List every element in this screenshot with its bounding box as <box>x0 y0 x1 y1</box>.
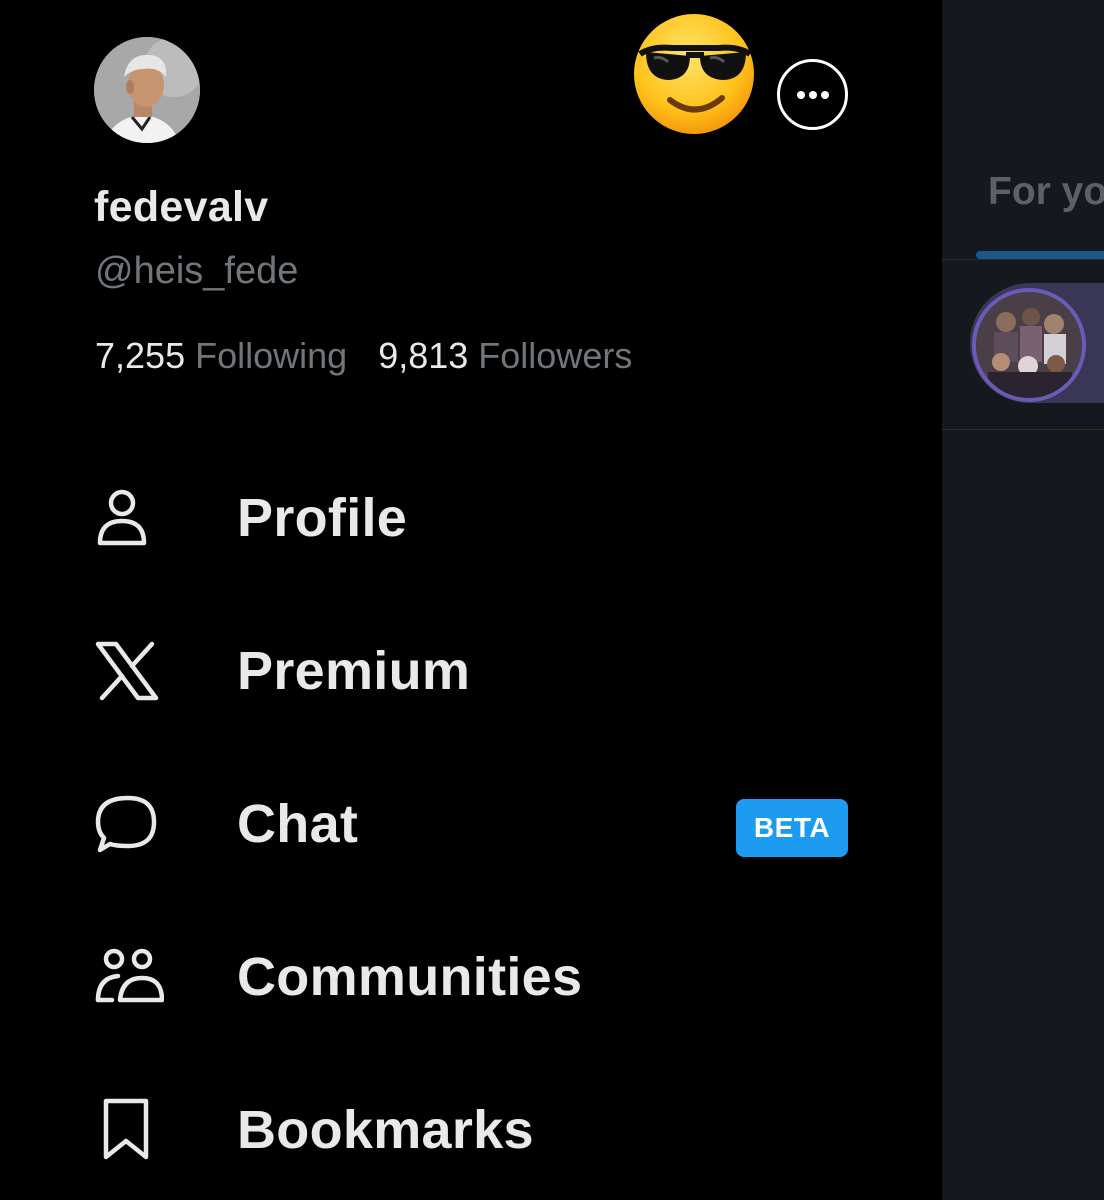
screen: For yo fedevalv @heis_fede 7,255 Followi… <box>0 0 1104 1200</box>
menu-item-label: Communities <box>237 947 583 1007</box>
chat-bubble-icon <box>94 788 166 860</box>
background-timeline: For yo <box>942 0 1104 1200</box>
tab-indicator <box>976 251 1104 259</box>
menu-item-profile[interactable]: Profile <box>94 458 848 578</box>
person-icon <box>94 482 166 554</box>
followers-label: Followers <box>478 335 633 376</box>
x-logo-icon <box>94 635 166 707</box>
following-link[interactable]: 7,255 Following <box>95 335 347 376</box>
more-horizontal-icon <box>796 90 829 99</box>
space-avatar[interactable] <box>972 288 1086 402</box>
navigation-drawer: fedevalv @heis_fede 7,255 Following 9,813… <box>0 0 942 1200</box>
divider <box>942 259 1104 260</box>
sunglasses-emoji-icon[interactable] <box>632 12 758 136</box>
menu-item-premium[interactable]: Premium <box>94 611 848 731</box>
followers-link[interactable]: 9,813 Followers <box>378 335 632 376</box>
following-count: 7,255 <box>95 335 186 376</box>
following-label: Following <box>195 335 348 376</box>
display-name[interactable]: fedevalv <box>94 183 269 232</box>
menu-item-label: Premium <box>237 641 471 701</box>
more-options-button[interactable] <box>777 59 848 130</box>
menu-item-label: Profile <box>237 488 408 548</box>
menu-item-label: Bookmarks <box>237 1100 534 1160</box>
menu-item-bookmarks[interactable]: Bookmarks <box>94 1070 848 1190</box>
people-icon <box>94 941 166 1013</box>
beta-badge: BETA <box>736 799 848 857</box>
menu-item-label: Chat <box>237 794 359 854</box>
follow-stats: 7,255 Following 9,813 Followers <box>95 335 663 377</box>
avatar[interactable] <box>94 37 200 143</box>
followers-count: 9,813 <box>378 335 469 376</box>
user-handle: @heis_fede <box>95 250 299 292</box>
menu-item-communities[interactable]: Communities <box>94 917 848 1037</box>
divider <box>942 429 1104 430</box>
bookmark-icon <box>94 1094 166 1166</box>
tab-for-you[interactable]: For yo <box>988 170 1104 214</box>
menu-item-chat[interactable]: Chat BETA <box>94 764 848 884</box>
